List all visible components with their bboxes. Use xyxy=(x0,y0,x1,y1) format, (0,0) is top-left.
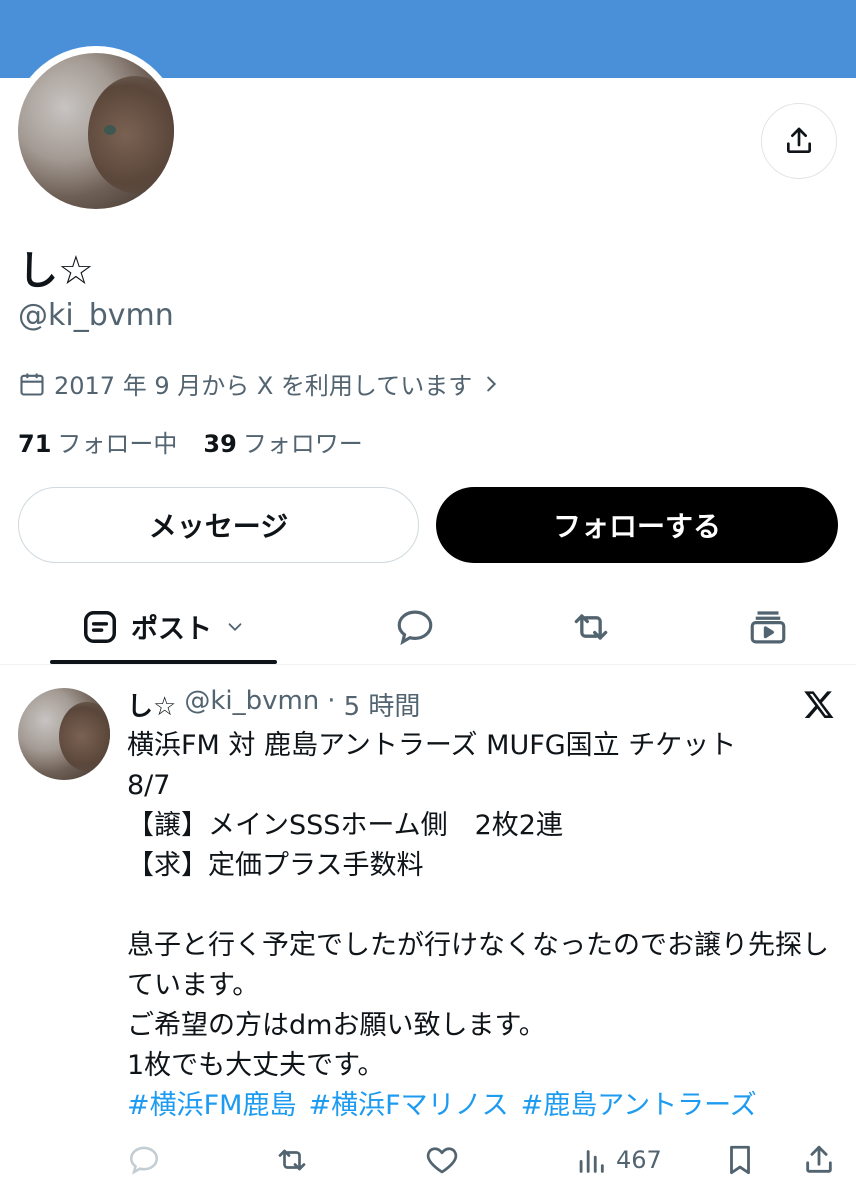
posts-icon xyxy=(84,610,116,643)
tweet-text: 横浜FM 対 鹿島アントラーズ MUFG国立 チケット 8/7 【譲】メインSS… xyxy=(127,730,829,1081)
joined-date[interactable]: 2017 年 9 月から X を利用しています xyxy=(18,366,502,401)
repost-button[interactable] xyxy=(274,1138,310,1182)
tab-posts-label: ポスト xyxy=(131,614,212,645)
x-logo-icon xyxy=(803,688,835,724)
reply-button[interactable] xyxy=(127,1138,161,1182)
profile-handle: @ki_bvmn xyxy=(18,298,174,333)
repost-icon xyxy=(278,1149,306,1171)
reply-icon xyxy=(129,1146,159,1175)
tweet-actions: 467 xyxy=(0,1138,856,1182)
tweet-author-name[interactable]: し☆ xyxy=(127,686,176,723)
media-icon xyxy=(750,610,786,643)
follow-stats: 71 フォロー中 39 フォロワー xyxy=(18,424,363,459)
hashtag-link[interactable]: #横浜FM鹿島 xyxy=(127,1086,296,1126)
joined-text: 2017 年 9 月から X を利用しています xyxy=(54,372,473,400)
share-icon xyxy=(787,127,811,153)
chevron-right-icon xyxy=(487,376,497,391)
active-tab-indicator xyxy=(50,660,277,664)
tab-media[interactable] xyxy=(731,590,805,663)
profile-avatar[interactable] xyxy=(11,46,181,216)
tweet-hashtags: #横浜FM鹿島 #横浜Fマリノス #鹿島アントラーズ xyxy=(127,1086,757,1126)
tweet-time[interactable]: 5 時間 xyxy=(344,686,421,723)
views-count: 467 xyxy=(616,1146,662,1174)
calendar-icon xyxy=(20,373,44,396)
tab-reposts[interactable] xyxy=(554,590,628,663)
views-button[interactable]: 467 xyxy=(574,1138,662,1182)
hashtag-link[interactable]: #横浜Fマリノス xyxy=(308,1086,508,1126)
message-button[interactable]: メッセージ xyxy=(18,487,419,563)
views-icon xyxy=(579,1150,604,1173)
tweet-separator: · xyxy=(327,686,336,716)
share-tweet-button[interactable] xyxy=(802,1138,836,1182)
heart-icon xyxy=(426,1147,458,1174)
tweet-author-handle[interactable]: @ki_bvmn xyxy=(184,686,319,723)
tab-replies[interactable] xyxy=(378,590,452,663)
follow-button[interactable]: フォローする xyxy=(436,487,838,563)
share-icon xyxy=(806,1145,832,1173)
share-button[interactable] xyxy=(761,103,837,179)
like-button[interactable] xyxy=(424,1138,460,1182)
bookmark-icon xyxy=(730,1145,750,1175)
profile-tabs: ポスト xyxy=(0,590,856,665)
tab-posts[interactable]: ポスト xyxy=(50,590,277,663)
hashtag-link[interactable]: #鹿島アントラーズ xyxy=(521,1086,757,1126)
chevron-down-icon xyxy=(228,622,242,631)
bookmark-button[interactable] xyxy=(723,1138,757,1182)
display-name: し☆ xyxy=(18,248,94,294)
reposts-icon xyxy=(574,613,608,640)
tweet-avatar[interactable] xyxy=(18,688,110,780)
tweet-header: し☆ @ki_bvmn · 5 時間 xyxy=(127,686,420,723)
replies-icon xyxy=(397,610,433,645)
followers-link[interactable]: 39 フォロワー xyxy=(203,424,362,459)
following-link[interactable]: 71 フォロー中 xyxy=(18,424,177,459)
